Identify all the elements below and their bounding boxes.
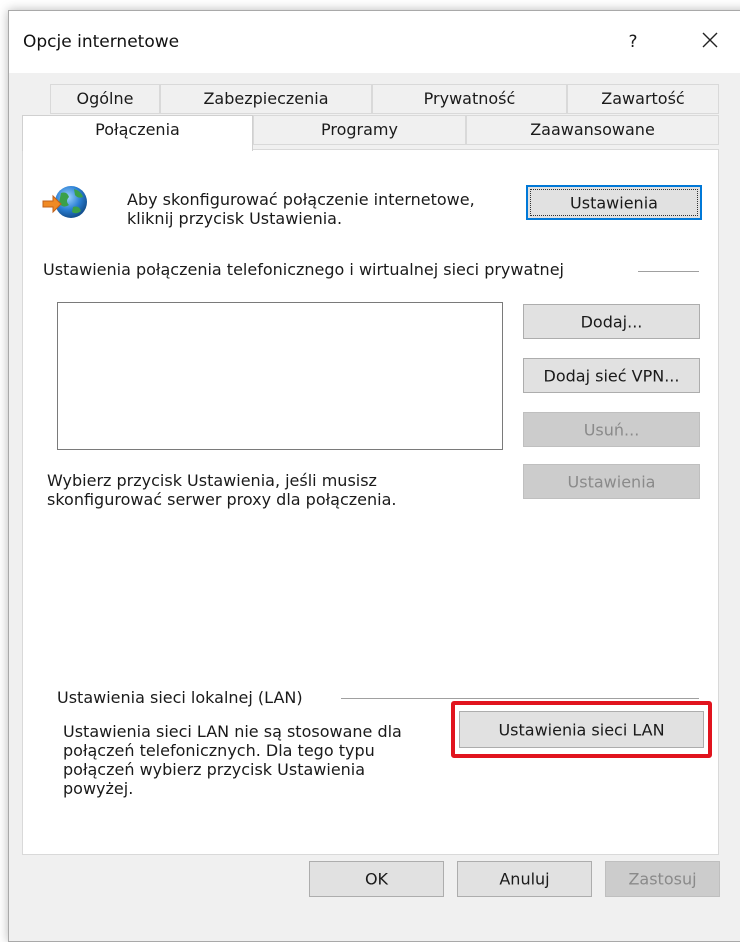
setup-settings-label: Ustawienia (570, 193, 658, 212)
lan-settings-button[interactable]: Ustawienia sieci LAN (459, 711, 704, 748)
close-icon[interactable] (695, 25, 725, 55)
setup-instruction-text: Aby skonfigurować połączenie internetowe… (127, 190, 475, 228)
apply-button[interactable]: Zastosuj (605, 861, 720, 897)
apply-label: Zastosuj (628, 869, 697, 889)
cancel-button[interactable]: Anuluj (457, 861, 592, 897)
add-connection-label: Dodaj... (580, 312, 643, 331)
ok-label: OK (364, 869, 389, 889)
cancel-label: Anuluj (499, 869, 550, 889)
tab-programy[interactable]: Programy (253, 115, 466, 145)
dialup-settings-label: Ustawienia (567, 472, 656, 491)
ok-button[interactable]: OK (309, 861, 444, 897)
tab-zaawansowane[interactable]: Zaawansowane (466, 115, 719, 145)
tab-polaczenia[interactable]: Połączenia (22, 115, 253, 151)
internet-options-dialog: Opcje internetowe ? Ogólne Zabezpieczeni… (8, 10, 740, 942)
tab-zabezpieczenia[interactable]: Zabezpieczenia (160, 84, 372, 114)
help-button[interactable]: ? (621, 29, 645, 55)
lan-group-divider (341, 698, 699, 699)
dialup-settings-button[interactable]: Ustawienia (523, 464, 700, 499)
proxy-instruction-text: Wybierz przycisk Ustawienia, jeśli musis… (47, 471, 397, 509)
remove-connection-label: Usuń... (583, 420, 640, 439)
dialup-group-divider (638, 271, 699, 272)
remove-connection-button[interactable]: Usuń... (523, 412, 700, 447)
connections-panel: Aby skonfigurować połączenie internetowe… (22, 149, 719, 855)
setup-settings-button[interactable]: Ustawienia (526, 185, 702, 220)
add-vpn-button[interactable]: Dodaj sieć VPN... (523, 358, 700, 393)
title-bar: Opcje internetowe ? (9, 11, 740, 73)
dialup-group-heading: Ustawienia połączenia telefonicznego i w… (43, 260, 564, 279)
lan-group-heading: Ustawienia sieci lokalnej (LAN) (57, 688, 303, 707)
globe-connection-icon (41, 183, 89, 223)
tab-prywatnosc[interactable]: Prywatność (372, 84, 567, 114)
tab-ogolne[interactable]: Ogólne (50, 84, 160, 114)
window-title: Opcje internetowe (23, 32, 180, 52)
add-connection-button[interactable]: Dodaj... (523, 304, 700, 339)
lan-settings-label: Ustawienia sieci LAN (498, 720, 665, 739)
add-vpn-label: Dodaj sieć VPN... (543, 366, 680, 385)
tab-zawartosc[interactable]: Zawartość (567, 84, 719, 114)
lan-info-text: Ustawienia sieci LAN nie są stosowane dl… (63, 722, 402, 798)
connections-list[interactable] (57, 302, 503, 450)
